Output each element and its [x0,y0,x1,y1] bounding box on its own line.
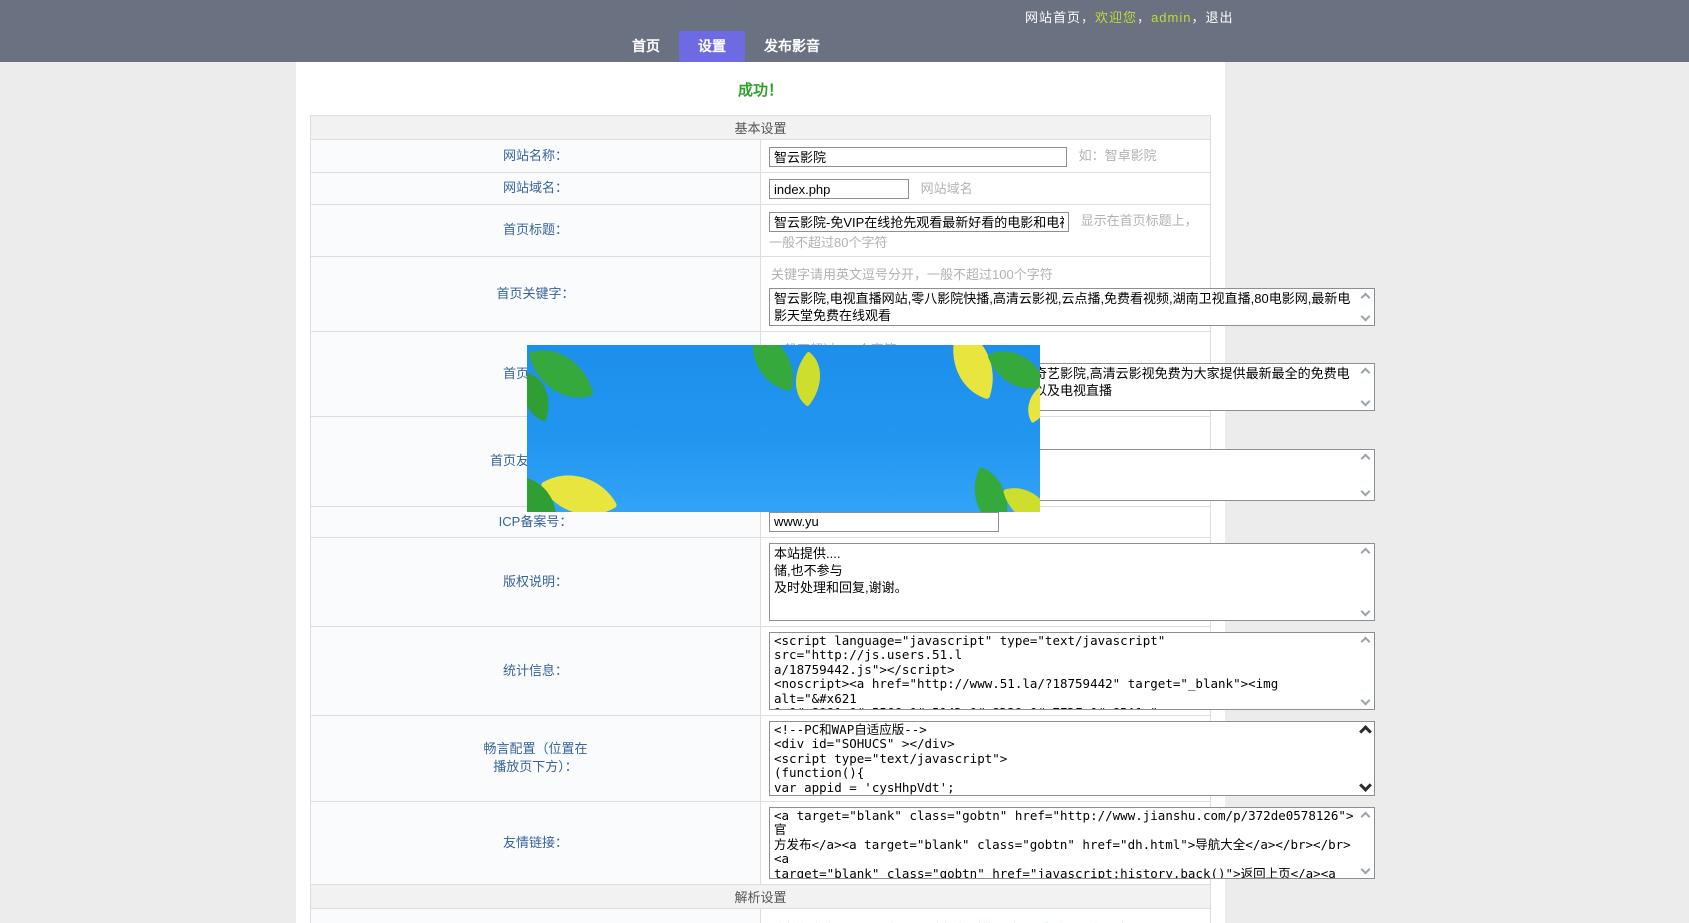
changyan-label: 畅言配置（位置在 播放页下方）： [311,715,761,801]
leaf-decoration [1018,383,1040,423]
changyan-field: <!--PC和WAP自适应版--> <div id="SOHUCS" ></di… [769,721,1375,796]
table-row: 网站名称： 如：智卓影院 [311,140,1211,173]
username-text: admin [1151,10,1191,25]
leaf-decoration [1003,480,1040,512]
friend-links-label: 友情链接： [311,801,761,884]
table-row: 友情链接： <a target="blank" class="gobtn" hr… [311,801,1211,884]
topbar-user-area: 网站首页，欢迎您，admin，退出 [1025,7,1234,26]
site-name-label: 网站名称： [311,140,761,173]
section-title-parse: 解析设置 [311,884,1211,908]
icp-input[interactable] [769,512,999,532]
site-domain-input[interactable] [769,179,909,199]
table-row: 统计信息： <script language="javascript" type… [311,626,1211,715]
leaf-decoration [744,345,801,391]
site-name-input[interactable] [769,147,1067,167]
site-name-hint: 如：智卓影院 [1079,148,1157,163]
logout-link[interactable]: 退出 [1206,10,1234,25]
section-title-basic: 基本设置 [311,116,1211,140]
parse-empty-label [311,908,761,923]
tab-settings[interactable]: 设置 [679,31,745,62]
home-title-input[interactable] [769,212,1069,232]
tab-publish[interactable]: 发布影音 [745,31,839,62]
main-nav: 首页 设置 发布影音 [613,31,839,62]
table-row: 请将解析接口分别填入下列空中（第一条是默认调用接口） [311,908,1211,923]
table-row: 版权说明： 本站提供.... 储,也不参与 及时处理和回复,谢谢。 [311,537,1211,626]
separator: ， [1191,10,1205,25]
site-domain-hint: 网站域名 [921,181,973,196]
changyan-label-line2: 播放页下方）： [493,759,578,774]
home-keywords-hint: 关键字请用英文逗号分开，一般不超过100个字符 [771,264,1202,283]
copyright-field: 本站提供.... 储,也不参与 及时处理和回复,谢谢。 [769,543,1375,621]
friend-links-textarea[interactable]: <a target="blank" class="gobtn" href="ht… [770,808,1374,878]
site-home-link[interactable]: 网站首页 [1025,10,1081,25]
home-title-label: 首页标题： [311,205,761,257]
table-row: 基本设置 [311,116,1211,140]
table-row: 首页标题： 显示在首页标题上，一般不超过80个字符 [311,205,1211,257]
home-keywords-label: 首页关键字： [311,256,761,331]
friend-links-field: <a target="blank" class="gobtn" href="ht… [769,807,1375,879]
parse-instruction: 请将解析接口分别填入下列空中（第一条是默认调用接口） [769,914,1202,923]
changyan-textarea[interactable]: <!--PC和WAP自适应版--> <div id="SOHUCS" ></di… [770,722,1374,795]
site-domain-label: 网站域名： [311,172,761,205]
table-row: 首页关键字： 关键字请用英文逗号分开，一般不超过100个字符 智云影院,电视直播… [311,256,1211,331]
stats-field: <script language="javascript" type="text… [769,632,1375,710]
table-row: 解析设置 [311,884,1211,908]
success-message: 成功！ [296,62,1225,115]
copyright-label: 版权说明： [311,537,761,626]
separator: ， [1137,10,1151,25]
separator: ， [1081,10,1095,25]
table-row: 网站域名： 网站域名 [311,172,1211,205]
basic-settings-table: 基本设置 网站名称： 如：智卓影院 网站域名： 网站域名 首页标题： 显示在首页… [310,115,1211,923]
home-keywords-textarea[interactable]: 智云影院,电视直播网站,零八影院快播,高清云影视,云点播,免费看视频,湖南卫视直… [770,289,1374,325]
stats-textarea[interactable]: <script language="javascript" type="text… [770,633,1374,709]
tab-home[interactable]: 首页 [613,31,679,62]
stats-label: 统计信息： [311,626,761,715]
table-row: 畅言配置（位置在 播放页下方）： <!--PC和WAP自适应版--> <div … [311,715,1211,801]
overlay-ad-image[interactable] [527,345,1040,512]
copyright-textarea[interactable]: 本站提供.... 储,也不参与 及时处理和回复,谢谢。 [770,544,1374,620]
home-keywords-field: 智云影院,电视直播网站,零八影院快播,高清云影视,云点播,免费看视频,湖南卫视直… [769,288,1375,326]
changyan-label-line1: 畅言配置（位置在 [483,741,587,756]
welcome-text: 欢迎您 [1095,10,1137,25]
top-header-bar: 网站首页，欢迎您，admin，退出 首页 设置 发布影音 [0,0,1689,62]
